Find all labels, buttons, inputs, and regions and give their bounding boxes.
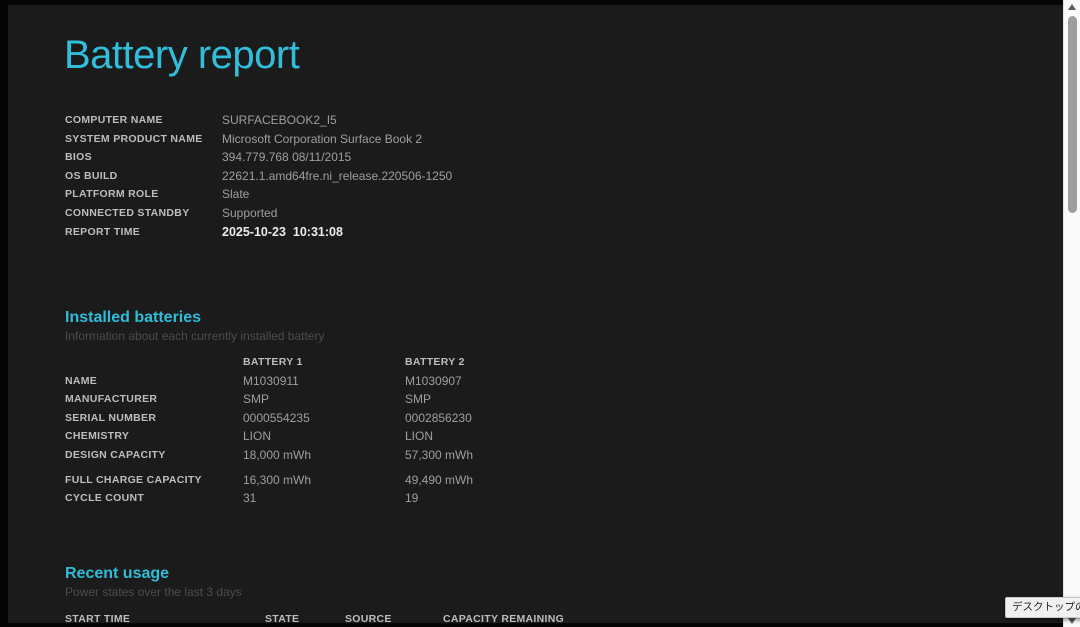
row-value: 22621.1.amd64fre.ni_release.220506-1250 <box>222 168 453 183</box>
battery-table-row: CYCLE COUNT 31 19 <box>65 489 473 508</box>
row-label: CYCLE COUNT <box>65 492 145 505</box>
row-label: CONNECTED STANDBY <box>65 206 190 219</box>
row-value: Supported <box>222 205 278 220</box>
vertical-scrollbar[interactable] <box>1063 0 1080 627</box>
row-label: SERIAL NUMBER <box>65 411 157 424</box>
battery-table-row: DESIGN CAPACITY 18,000 mWh 57,300 mWh <box>65 446 473 465</box>
row-label: NAME <box>65 374 98 387</box>
system-info-row: BIOS 394.779.768 08/11/2015 <box>65 148 452 167</box>
recent-usage-header-row: START TIME STATE SOURCE CAPACITY REMAINI… <box>65 611 1050 623</box>
row-value: Microsoft Corporation Surface Book 2 <box>222 131 423 146</box>
row-label: CHEMISTRY <box>65 430 130 443</box>
row-label: FULL CHARGE CAPACITY <box>65 473 202 486</box>
scroll-down-icon[interactable] <box>1068 618 1076 624</box>
battery-table-header: BATTERY 1 BATTERY 2 <box>65 353 473 372</box>
battery-2-value: SMP <box>405 392 432 407</box>
battery-1-value: SMP <box>243 392 270 407</box>
battery-1-value: 18,000 mWh <box>243 447 312 462</box>
header-spacer <box>65 353 243 372</box>
battery-table-row: MANUFACTURER SMP SMP <box>65 390 473 409</box>
column-header-start-time: START TIME <box>65 613 131 623</box>
installed-batteries-subtitle: Information about each currently install… <box>65 329 325 343</box>
row-value: Slate <box>222 187 250 202</box>
battery-table-row: NAME M1030911 M1030907 <box>65 372 473 391</box>
row-value: 394.779.768 08/11/2015 <box>222 150 352 165</box>
row-label: REPORT TIME <box>65 225 141 238</box>
page-title: Battery report <box>64 33 300 77</box>
column-header-capacity-remaining: CAPACITY REMAINING <box>443 613 565 623</box>
row-label: MANUFACTURER <box>65 393 158 406</box>
system-info-row: CONNECTED STANDBY Supported <box>65 204 452 223</box>
show-desktop-tooltip: デスクトップの表示 <box>1005 597 1080 618</box>
battery-table-row: FULL CHARGE CAPACITY 16,300 mWh 49,490 m… <box>65 471 473 490</box>
row-label: BIOS <box>65 151 92 164</box>
column-header-state: STATE <box>265 613 300 623</box>
column-header-battery-2: BATTERY 2 <box>405 356 465 368</box>
system-info-row: OS BUILD 22621.1.amd64fre.ni_release.220… <box>65 167 452 186</box>
battery-2-value: 19 <box>405 491 419 506</box>
installed-batteries-title: Installed batteries <box>65 309 202 326</box>
battery-2-value: 0002856230 <box>405 410 472 425</box>
battery-1-value: M1030911 <box>243 373 299 388</box>
battery-1-value: LION <box>243 429 272 444</box>
column-header-battery-1: BATTERY 1 <box>243 356 303 368</box>
battery-2-value: 49,490 mWh <box>405 472 474 487</box>
report-time-value: 2025-10-23 10:31:08 <box>222 224 343 239</box>
row-label: DESIGN CAPACITY <box>65 448 166 461</box>
battery-2-value: 57,300 mWh <box>405 447 474 462</box>
system-info-table: COMPUTER NAME SURFACEBOOK2_I5 SYSTEM PRO… <box>65 111 452 241</box>
system-info-row: REPORT TIME 2025-10-23 10:31:08 <box>65 223 452 242</box>
row-value: SURFACEBOOK2_I5 <box>222 113 337 127</box>
battery-report-page: Battery report COMPUTER NAME SURFACEBOOK… <box>8 5 1063 623</box>
column-header-source: SOURCE <box>345 613 392 623</box>
scrollbar-thumb[interactable] <box>1068 16 1077 213</box>
installed-batteries-table: BATTERY 1 BATTERY 2 NAME M1030911 M10309… <box>65 353 473 508</box>
row-label: COMPUTER NAME <box>65 114 163 126</box>
battery-table-row: CHEMISTRY LION LION <box>65 427 473 446</box>
row-label: OS BUILD <box>65 169 118 182</box>
recent-usage-subtitle: Power states over the last 3 days <box>65 585 242 599</box>
recent-usage-title: Recent usage <box>65 565 170 582</box>
battery-2-value: LION <box>405 429 434 444</box>
battery-1-value: 0000554235 <box>243 410 310 425</box>
system-info-row: COMPUTER NAME SURFACEBOOK2_I5 <box>65 111 452 130</box>
scroll-up-icon[interactable] <box>1068 4 1076 10</box>
system-info-row: SYSTEM PRODUCT NAME Microsoft Corporatio… <box>65 130 452 149</box>
battery-1-value: 16,300 mWh <box>243 472 312 487</box>
row-label: SYSTEM PRODUCT NAME <box>65 132 203 145</box>
battery-2-value: M1030907 <box>405 373 462 388</box>
system-info-row: PLATFORM ROLE Slate <box>65 185 452 204</box>
row-label: PLATFORM ROLE <box>65 188 159 201</box>
battery-table-row: SERIAL NUMBER 0000554235 0002856230 <box>65 409 473 428</box>
battery-1-value: 31 <box>243 491 257 506</box>
